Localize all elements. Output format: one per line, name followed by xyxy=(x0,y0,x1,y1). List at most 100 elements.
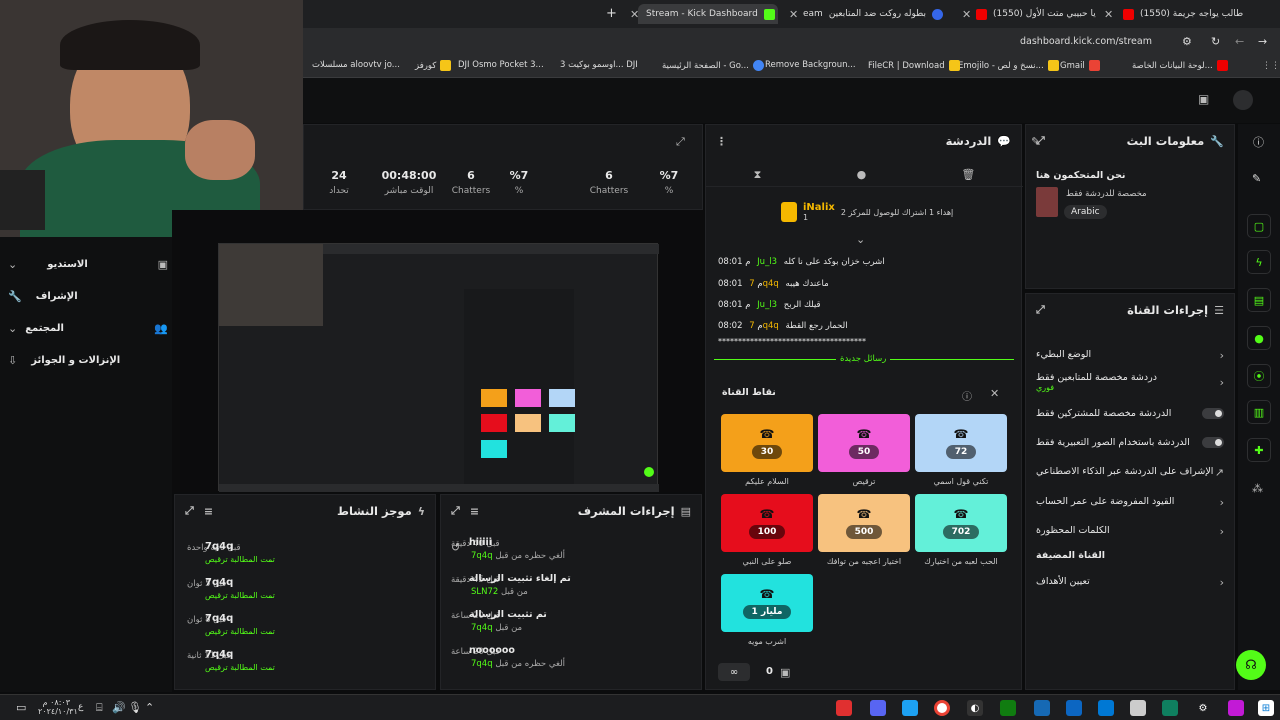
chat-bubble-icon[interactable]: ● xyxy=(857,168,867,181)
action-account-age[interactable]: القيود المفروضة على عمر الحساب › xyxy=(1036,496,1224,509)
bookmark-item[interactable]: FileCR | Download xyxy=(868,60,960,71)
action-emote-only[interactable]: الدردشة باستخدام الصور التعبيرية فقط xyxy=(1036,437,1224,448)
filter-icon[interactable]: ≡ xyxy=(470,504,479,518)
close-icon[interactable]: ✕ xyxy=(789,8,798,21)
app-icon[interactable] xyxy=(1098,700,1114,716)
back-icon[interactable]: → xyxy=(1258,35,1267,48)
close-icon[interactable]: ✕ xyxy=(962,8,971,21)
info-icon[interactable]: ⓘ xyxy=(962,388,972,403)
community-icon[interactable]: ⁂ xyxy=(1252,482,1263,495)
info-icon[interactable]: ⓘ xyxy=(1253,134,1264,150)
mod-action-row[interactable]: قبل 40 دقيقة hiiiii 7q4q ألغي حظره من قب… xyxy=(441,537,703,567)
chat-message[interactable]: 08:02 م 7q4q الحمار رجع القطة xyxy=(718,321,1013,331)
emote-button[interactable]: ∞ xyxy=(718,663,750,681)
document-icon[interactable]: ▤ xyxy=(1247,288,1271,312)
filter-icon[interactable]: ≡ xyxy=(204,504,213,518)
browser-tab-active[interactable]: Stream - Kick Dashboard xyxy=(638,4,778,24)
app-icon[interactable] xyxy=(1034,700,1050,716)
nav-item-studio[interactable]: ⌄ الاستديو ▣ xyxy=(8,255,168,273)
activity-row[interactable]: قبل 5 ثوان 7q4q تمت المطالبة ترقيص xyxy=(175,575,437,605)
action-set-goals[interactable]: تعيين الأهداف › xyxy=(1036,576,1224,589)
notification-icon[interactable]: ▭ xyxy=(16,701,26,714)
bookmark-item[interactable]: DJI Osmo Pocket 3... xyxy=(458,60,544,70)
reward-card[interactable]: ☎ مليار 1 xyxy=(721,574,813,632)
mod-action-row[interactable]: قبل 20 ساعة تم تثبيت الرسالة 7q4q من قبل xyxy=(441,609,703,639)
action-banned-words[interactable]: الكلمات المحظورة › xyxy=(1036,525,1224,538)
obs-icon[interactable]: ◐ xyxy=(967,700,983,716)
network-icon[interactable]: ⌸ xyxy=(96,701,103,715)
site-settings-icon[interactable]: ⚙ xyxy=(1182,35,1192,48)
nav-item-drops[interactable]: ⇩ الإنزالات و الجوائز xyxy=(8,351,168,369)
chat-message[interactable]: 08:01 م 7q4q ماعندك هيبه xyxy=(718,279,1013,289)
action-ai-moderation[interactable]: الإشراف على الدردشة عبر الذكاء الاصطناعي… xyxy=(1036,466,1224,479)
discord-icon[interactable] xyxy=(870,700,886,716)
action-subscribers-only[interactable]: الدردشة مخصصة للمشتركين فقط xyxy=(1036,408,1224,419)
storage-icon[interactable]: ▥ xyxy=(1247,400,1271,424)
points-icon[interactable]: ▣ xyxy=(780,666,790,679)
action-followers-only[interactable]: دردشة مخصصة للمتابعين فقط فوري › xyxy=(1036,372,1224,392)
app-icon[interactable] xyxy=(836,700,852,716)
support-button[interactable]: ☊ xyxy=(1236,650,1266,680)
nav-item-community[interactable]: ⌄ المجتمع 👥 xyxy=(8,319,168,337)
reload-icon[interactable]: ↻ xyxy=(1211,35,1220,48)
activity-row[interactable]: قبل 11 ثانية 7q4q تمت المطالبة ترقيص xyxy=(175,647,437,677)
more-icon[interactable]: ⋮ xyxy=(716,135,727,148)
camera-icon[interactable]: ▢ xyxy=(1247,214,1271,238)
chrome-icon[interactable] xyxy=(934,700,950,716)
reward-card[interactable]: ☎ 30 xyxy=(721,414,813,472)
edge-icon[interactable] xyxy=(1066,700,1082,716)
browser-tab[interactable]: eam بطوله روكت ضد المتابعين xyxy=(795,4,945,24)
app-icon[interactable] xyxy=(1228,700,1244,716)
clock[interactable]: ٠٨:٠٣ م ٢٠٢٤/١٠/٣١ xyxy=(38,698,78,716)
apps-icon[interactable]: ⋮⋮ xyxy=(1262,61,1280,71)
collapse-icon[interactable]: ⌄ xyxy=(856,233,865,246)
xbox-icon[interactable] xyxy=(1000,700,1016,716)
pinned-gift-banner[interactable]: iNalix 1 إهداء 1 اشتراك للوصول للمركز 2 xyxy=(781,197,961,227)
bookmark-item[interactable]: مسلسلات aloovtv jo... xyxy=(312,60,400,70)
lightning-icon[interactable]: ϟ xyxy=(1247,250,1271,274)
volume-icon[interactable]: 🔊 xyxy=(112,701,126,714)
mod-action-row[interactable]: قبل 45 دقيقة تم إلغاء تثبيت الرسالة SLN7… xyxy=(441,573,703,603)
reward-card[interactable]: ☎ 702 xyxy=(915,494,1007,552)
close-icon[interactable]: ✕ xyxy=(990,387,999,400)
nav-item-moderation[interactable]: 🔧 الإشراف xyxy=(8,287,168,305)
reward-card[interactable]: ☎ 500 xyxy=(818,494,910,552)
edit-icon[interactable]: ✎ xyxy=(1252,172,1261,185)
app-icon[interactable] xyxy=(902,700,918,716)
bookmark-item[interactable]: اوسمو بوكيت 3... DJI xyxy=(560,60,638,70)
mic-icon[interactable]: 🎙 xyxy=(128,701,142,714)
browser-tab[interactable]: (1550) قصة طالب يواجه جريمة xyxy=(1115,4,1245,24)
expand-icon[interactable]: ⤢ xyxy=(185,504,194,518)
mod-action-row[interactable]: قبل 20 ساعة noooooo 7q4q ألغي حظره من قب… xyxy=(441,645,703,675)
reward-card[interactable]: ☎ 72 xyxy=(915,414,1007,472)
bookmark-item[interactable]: الصفحة الرئيسية - Go... xyxy=(662,60,764,71)
chat-message[interactable]: 08:01 م Ju_l3 قيلك الربح xyxy=(718,300,1013,310)
new-tab-button[interactable]: + xyxy=(606,6,617,21)
activity-row[interactable]: قبل 8 ثوان 7q4q تمت المطالبة ترقيص xyxy=(175,611,437,641)
trash-icon[interactable]: 🗑 xyxy=(961,168,975,181)
bookmark-item[interactable]: Emojilo - نسخ و لص... xyxy=(958,60,1059,71)
wrench-icon[interactable]: ✚ xyxy=(1247,438,1271,462)
forward-icon[interactable]: ← xyxy=(1235,35,1244,48)
user-avatar[interactable] xyxy=(1233,90,1253,110)
stream-preview-icon[interactable]: ▣ xyxy=(1198,92,1209,106)
start-icon[interactable]: ⊞ xyxy=(1258,700,1274,716)
chat-icon[interactable]: ● xyxy=(1247,326,1271,350)
notepad-icon[interactable] xyxy=(1130,700,1146,716)
expand-icon[interactable]: ⤢ xyxy=(451,504,460,518)
action-slow-mode[interactable]: الوضع البطيء › xyxy=(1036,349,1224,362)
expand-icon[interactable]: ⤢ xyxy=(676,135,685,149)
bookmark-item[interactable]: كورفز xyxy=(415,60,452,71)
bookmark-item[interactable]: Remove Backgroun... xyxy=(765,60,856,70)
language-indicator[interactable]: ع xyxy=(78,702,83,712)
expand-icon[interactable]: ⤢ xyxy=(1036,303,1045,317)
edit-icon[interactable]: ✎ xyxy=(1031,135,1040,148)
stream-preview-video[interactable] xyxy=(218,243,659,492)
app-icon[interactable] xyxy=(1162,700,1178,716)
browser-tab[interactable]: (1550) يا حبيبي متت الأول xyxy=(968,4,1098,24)
close-icon[interactable]: ✕ xyxy=(1104,8,1113,21)
activity-row[interactable]: قبل ثانية واحدة 7q4q تمت المطالبة ترقيص xyxy=(175,539,437,569)
bookmark-item[interactable]: Gmail xyxy=(1060,60,1100,71)
hourglass-icon[interactable]: ⧗ xyxy=(754,168,762,182)
close-icon[interactable]: ✕ xyxy=(630,8,639,21)
